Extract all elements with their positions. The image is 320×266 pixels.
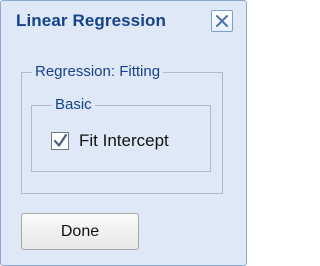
fit-intercept-checkbox[interactable] [51,132,69,150]
dialog-title-bar[interactable]: Linear Regression [1,1,246,44]
close-button[interactable] [211,10,233,32]
basic-legend: Basic [52,96,95,114]
close-icon [216,15,228,27]
regression-fitting-legend: Regression: Fitting [32,63,164,81]
fit-intercept-label[interactable]: Fit Intercept [79,131,169,151]
dialog-title: Linear Regression [16,11,167,30]
done-button[interactable]: Done [21,213,139,250]
linear-regression-dialog: Linear Regression Regression: Fitting Ba… [0,0,247,266]
checkmark-icon [53,133,68,147]
